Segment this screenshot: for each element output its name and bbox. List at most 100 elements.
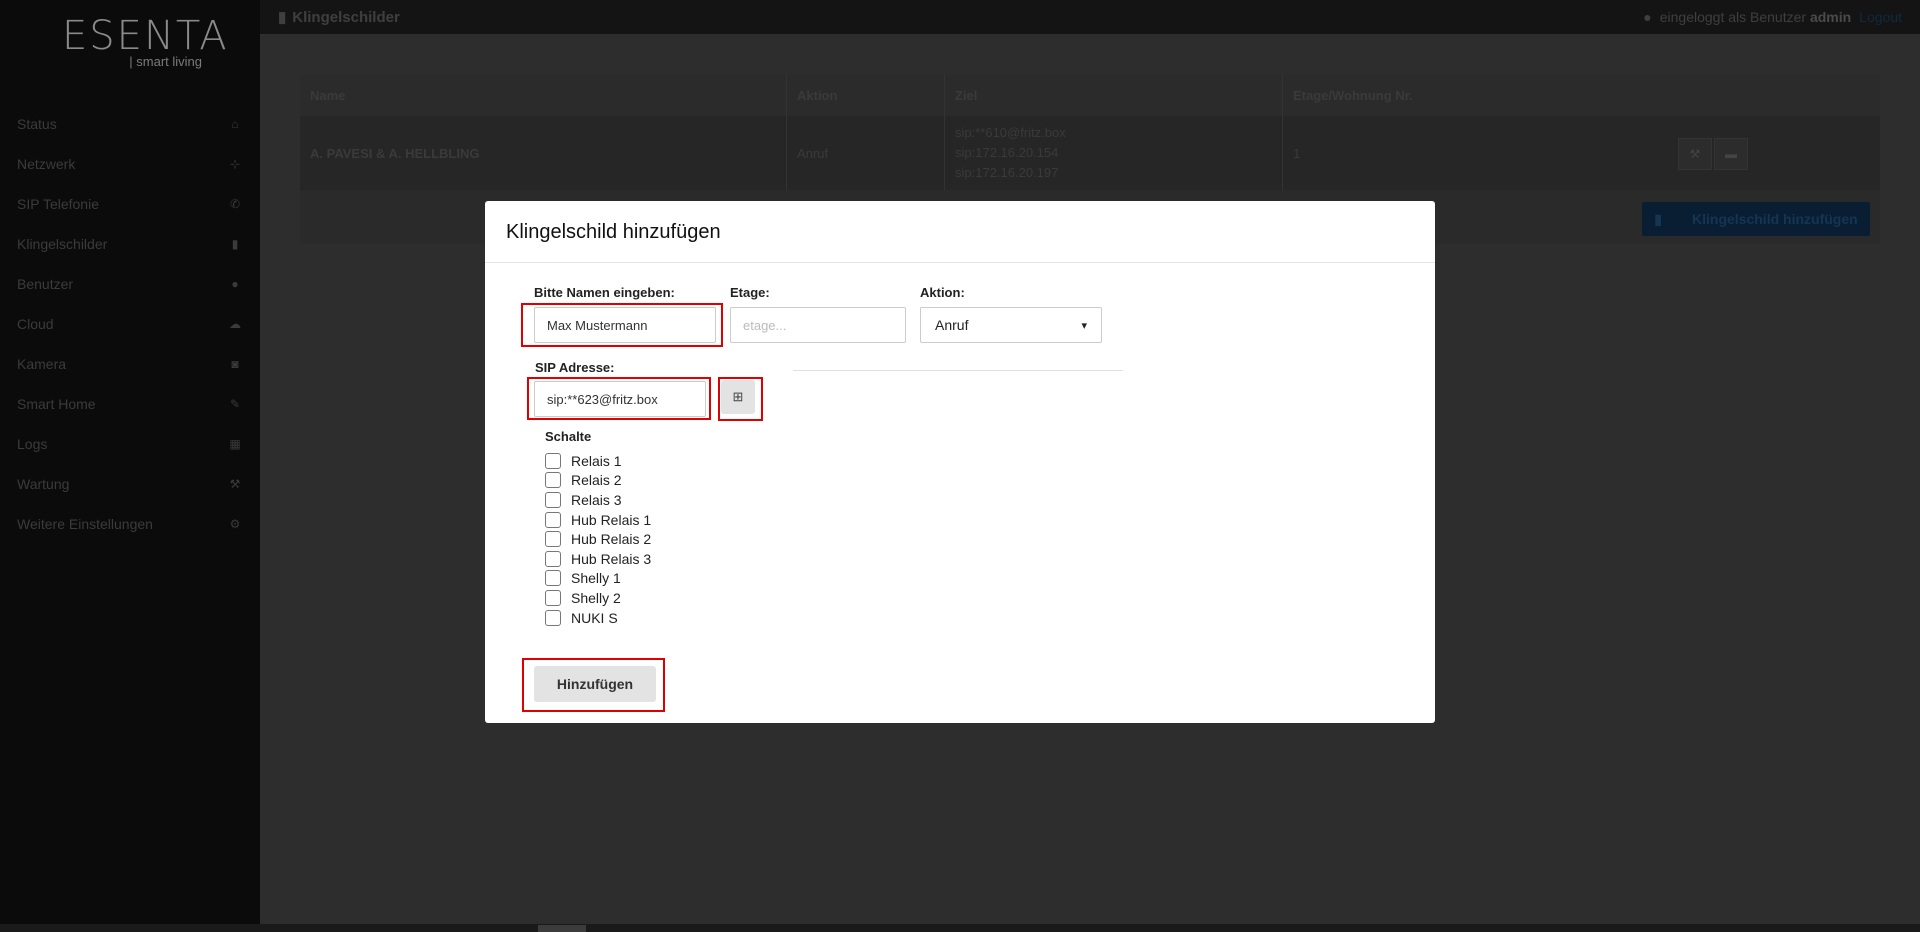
checkbox-hub-relais-2[interactable]: Hub Relais 2 [545,529,651,549]
checkbox[interactable] [545,511,561,528]
checkbox-relais-2[interactable]: Relais 2 [545,471,651,491]
sidebar-item-benutzer[interactable]: Benutzer ● [0,264,260,304]
schalte-label: Schalte [545,429,592,444]
sidebar-item-sip-telefonie[interactable]: SIP Telefonie ✆ [0,184,260,224]
highlight-add-sip-button [718,377,763,421]
delete-button[interactable]: ▬ [1714,138,1748,170]
checkbox-relais-3[interactable]: Relais 3 [545,490,651,510]
checkbox-label: Hub Relais 3 [571,550,652,567]
modal-header: Klingelschild hinzufügen [485,201,1435,263]
aktion-select[interactable]: Anruf ▾ [920,307,1102,343]
scrollbar-thumb[interactable] [538,925,586,932]
checkbox[interactable] [545,550,561,567]
book-icon: ▮ [1654,210,1663,227]
wand-icon: ✎ [229,397,241,411]
table-row: A. PAVESI & A. HELLBLING Anruf sip:**610… [300,116,1880,190]
sidebar-item-weitere-einstellungen[interactable]: Weitere Einstellungen ⚙ [0,504,260,544]
page-title: Klingelschilder [292,8,400,26]
checkbox-hub-relais-3[interactable]: Hub Relais 3 [545,549,651,569]
sidebar-item-smart-home[interactable]: Smart Home ✎ [0,384,260,424]
trash-icon: ▬ [1725,147,1737,161]
sidebar-item-label: Weitere Einstellungen [17,516,153,532]
ziel-list: sip:**610@fritz.box sip:172.16.20.154 si… [955,123,1066,183]
checkbox-hub-relais-1[interactable]: Hub Relais 1 [545,510,651,530]
checkbox-shelly-1[interactable]: Shelly 1 [545,569,651,589]
aktion-label: Aktion: [920,285,965,300]
logo-main: ESENTA [62,13,229,59]
checkbox-label: NUKI S [571,609,618,626]
edit-button[interactable]: ⚒ [1678,138,1712,170]
phone-icon: ✆ [229,197,241,211]
sidebar-item-logs[interactable]: Logs ▦ [0,424,260,464]
divider [793,370,1123,371]
checkbox[interactable] [545,570,561,587]
ziel-entry: sip:**610@fritz.box [955,125,1066,140]
name-label: Bitte Namen eingeben: [534,285,675,300]
checkbox[interactable] [545,452,561,469]
sidebar-item-label: Cloud [17,316,54,332]
checkbox-label: Hub Relais 1 [571,511,652,528]
etage-input[interactable] [730,307,906,343]
sidebar-item-label: Logs [17,436,48,452]
table-header: Name Aktion Ziel Etage/Wohnung Nr. [300,74,1880,116]
logged-in-text: eingeloggt als Benutzer admin [1660,9,1851,25]
sitemap-icon: ⊹ [229,157,241,171]
sidebar-item-wartung[interactable]: Wartung ⚒ [0,464,260,504]
cell-name: A. PAVESI & A. HELLBLING [300,116,786,190]
sidebar-nav: Status ⌂ Netzwerk ⊹ SIP Telefonie ✆ Klin… [0,104,260,544]
sidebar-item-cloud[interactable]: Cloud ☁ [0,304,260,344]
checkbox[interactable] [545,472,561,489]
sidebar-item-label: Klingelschilder [17,236,108,252]
checkbox[interactable] [545,491,561,508]
sip-label: SIP Adresse: [535,360,615,375]
sidebar-item-label: Benutzer [17,276,74,292]
checkbox-nuki-s[interactable]: NUKI S [545,608,651,628]
header-left: ▮ Klingelschilder [278,8,400,27]
book-icon: ▮ [278,9,287,26]
sidebar-item-label: Smart Home [17,396,96,412]
checkbox-relais-1[interactable]: Relais 1 [545,451,651,471]
checkbox-label: Hub Relais 2 [571,531,652,548]
header-right: ● eingeloggt als Benutzer admin Logout [1643,9,1902,25]
add-klingelschild-button[interactable]: ▮ Klingelschild hinzufügen [1642,202,1870,236]
sidebar-item-kamera[interactable]: Kamera ◙ [0,344,260,384]
wrench-icon: ⚒ [229,477,241,491]
sidebar-item-status[interactable]: Status ⌂ [0,104,260,144]
wrench-icon: ⚒ [1689,147,1701,161]
checkbox-label: Relais 2 [571,472,622,489]
checkbox[interactable] [545,531,561,548]
sidebar: ESENTA | smart living Status ⌂ Netzwerk … [0,0,260,932]
logged-in-prefix: eingeloggt als Benutzer [1659,9,1807,25]
add-klingelschild-label: Klingelschild hinzufügen [1692,211,1858,227]
sidebar-item-label: Netzwerk [17,156,76,172]
sidebar-item-netzwerk[interactable]: Netzwerk ⊹ [0,144,260,184]
camera-icon: ◙ [231,357,239,371]
users-icon: ● [231,277,239,291]
checkbox-label: Shelly 2 [571,589,621,606]
sidebar-item-label: Status [17,116,57,132]
checkbox[interactable] [545,589,561,606]
checkbox-shelly-2[interactable]: Shelly 2 [545,588,651,608]
sidebar-item-klingelschilder[interactable]: Klingelschilder ▮ [0,224,260,264]
gears-icon: ⚙ [229,517,241,531]
calendar-icon: ▦ [229,437,241,451]
home-icon: ⌂ [231,117,239,131]
schalte-list: Relais 1 Relais 2 Relais 3 Hub Relais 1 … [545,451,651,627]
column-header-etage: Etage/Wohnung Nr. [1282,74,1880,116]
ziel-entry: sip:172.16.20.154 [955,145,1059,160]
cell-name-text: A. PAVESI & A. HELLBLING [310,145,480,161]
sidebar-item-label: SIP Telefonie [17,196,99,212]
horizontal-scrollbar[interactable] [0,924,1920,932]
top-header: ▮ Klingelschilder ● eingeloggt als Benut… [260,0,1920,34]
book-icon: ▮ [231,237,239,251]
logo: ESENTA | smart living [62,13,229,69]
checkbox[interactable] [545,609,561,626]
highlight-sip-input [527,377,711,420]
logout-link[interactable]: Logout [1859,9,1902,25]
username: admin [1809,9,1852,25]
column-header-aktion: Aktion [786,74,944,116]
checkbox-label: Shelly 1 [571,570,621,587]
add-klingelschild-modal: Klingelschild hinzufügen Bitte Namen ein… [485,201,1435,723]
user-icon: ● [1643,9,1652,25]
checkbox-label: Relais 3 [571,491,622,508]
